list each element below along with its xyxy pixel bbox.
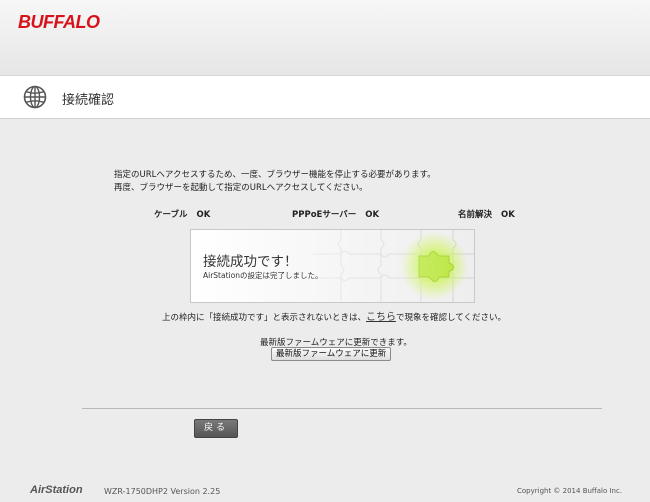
note-prefix: 上の枠内に「接続成功です」と表示されないときは、 (162, 313, 367, 323)
status-cable: ケーブル OK (154, 208, 210, 220)
instruction-line-2: 再度、ブラウザーを起動して指定のURLへアクセスしてください。 (114, 183, 368, 193)
troubleshoot-link[interactable]: こちら (366, 312, 396, 323)
note-suffix: で現象を確認してください。 (396, 313, 507, 323)
status-pppoe: PPPoEサーバー OK (292, 208, 379, 220)
page-title: 接続確認 (62, 93, 115, 108)
troubleshoot-note: 上の枠内に「接続成功です」と表示されないときは、こちらで現象を確認してください。 (162, 308, 506, 323)
buffalo-logo: BUFFALO (18, 12, 100, 32)
back-button[interactable]: 戻る (194, 419, 238, 438)
page-title-bar: 接続確認 (0, 75, 650, 119)
divider (82, 408, 602, 409)
status-value: OK (501, 210, 515, 220)
airstation-logo: AirStation (30, 484, 83, 496)
status-dns: 名前解決 OK (458, 208, 515, 220)
status-label: ケーブル (154, 210, 188, 220)
model-version: WZR-1750DHP2 Version 2.25 (104, 487, 221, 496)
instruction-line-1: 指定のURLへアクセスするため、一度、ブラウザー機能を停止する必要があります。 (114, 170, 436, 180)
globe-icon (23, 85, 47, 109)
status-label: PPPoEサーバー (292, 210, 357, 220)
connection-result-frame: 接続成功です！ AirStationの設定は完了しました。 (190, 229, 475, 303)
status-label: 名前解決 (458, 210, 493, 220)
success-subtitle: AirStationの設定は完了しました。 (203, 271, 323, 280)
success-title: 接続成功です！ (203, 254, 298, 270)
status-value: OK (196, 210, 211, 220)
instruction-message: 指定のURLへアクセスするため、一度、ブラウザー機能を停止する必要があります。 … (114, 169, 436, 195)
update-firmware-button[interactable]: 最新版ファームウェアに更新 (271, 347, 392, 361)
status-value: OK (365, 210, 380, 220)
header-bar: BUFFALO (0, 0, 650, 75)
copyright: Copyright © 2014 Buffalo Inc. (517, 487, 623, 495)
